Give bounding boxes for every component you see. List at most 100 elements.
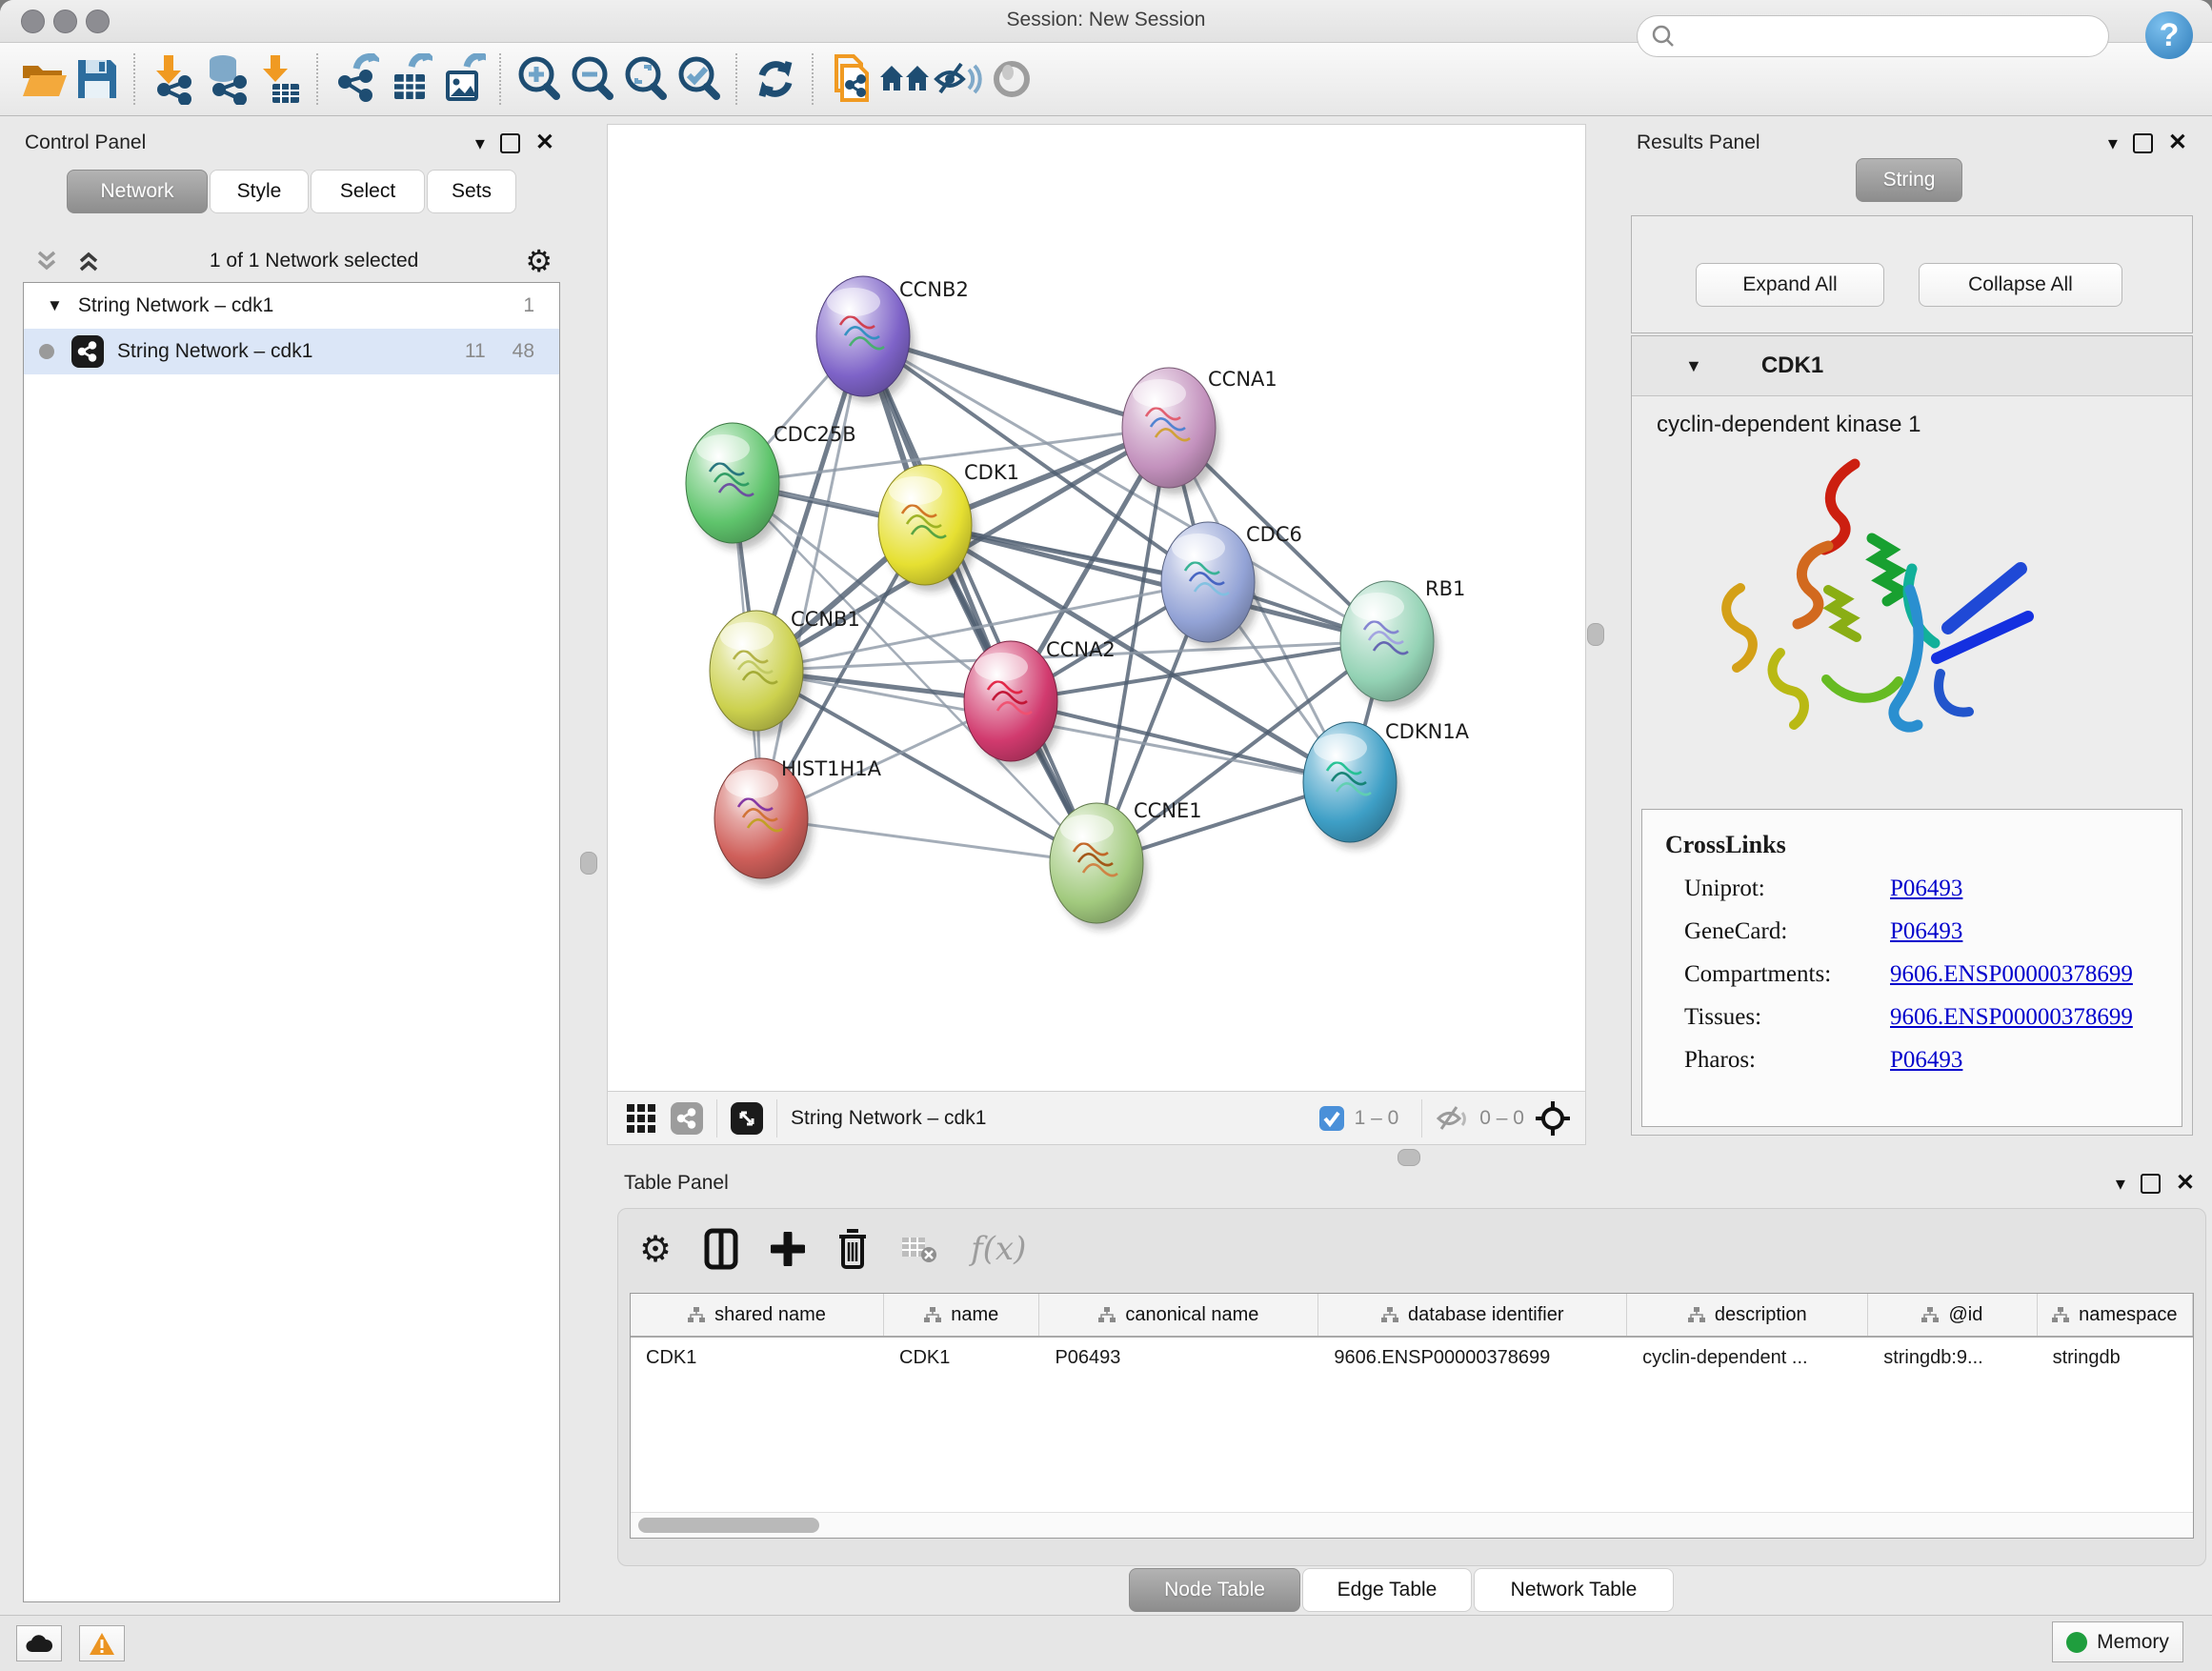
warning-triangle-icon [89, 1632, 115, 1656]
horizontal-scrollbar[interactable] [631, 1512, 2193, 1538]
node-CDKN1A[interactable]: CDKN1A [1303, 720, 1470, 849]
zoom-out-button[interactable] [566, 50, 619, 108]
expand-all-icon[interactable] [74, 247, 103, 275]
export-table-button[interactable] [383, 50, 436, 108]
collapse-triangle-icon[interactable]: ▼ [47, 296, 63, 315]
tab-network-table[interactable]: Network Table [1474, 1568, 1674, 1612]
hide-selected-button[interactable] [932, 50, 985, 108]
node-RB1[interactable]: RB1 [1340, 577, 1465, 708]
close-panel-icon[interactable]: ✕ [2168, 131, 2187, 154]
crosslink-link[interactable]: 9606.ENSP00000378699 [1890, 961, 2133, 988]
table-gear-icon[interactable]: ⚙ [639, 1228, 672, 1271]
node-highlight [1060, 815, 1114, 843]
import-network-file-button[interactable] [147, 50, 200, 108]
export-image-button[interactable] [436, 50, 490, 108]
column-header-description[interactable]: description [1627, 1294, 1868, 1336]
zoom-selected-button[interactable] [673, 50, 726, 108]
node-table[interactable]: shared namenamecanonical namedatabase id… [630, 1293, 2194, 1539]
open-in-window-icon[interactable] [731, 1102, 763, 1135]
edge-CCNB2-CCNE1[interactable] [863, 336, 1096, 863]
table-cell[interactable]: CDK1 [631, 1338, 884, 1378]
right-splitter-handle[interactable] [1587, 623, 1604, 646]
memory-button[interactable]: Memory [2052, 1621, 2183, 1662]
tab-edge-table[interactable]: Edge Table [1302, 1568, 1472, 1612]
zoom-fit-button[interactable] [619, 50, 673, 108]
collapse-all-icon[interactable] [32, 247, 61, 275]
import-table-file-button[interactable] [253, 50, 307, 108]
crosslink-link[interactable]: P06493 [1890, 1047, 1962, 1074]
expand-all-button[interactable]: Expand All [1696, 263, 1884, 307]
column-header-name[interactable]: name [884, 1294, 1039, 1336]
refresh-icon [753, 56, 798, 102]
close-panel-icon[interactable]: ✕ [2176, 1172, 2195, 1195]
tab-sets[interactable]: Sets [427, 170, 516, 213]
network-canvas[interactable]: CCNB2CCNA1CDC25BCDK1CDC6RB1CCNB1CCNA2CDK… [607, 124, 1586, 1092]
group-nodes-button[interactable] [878, 50, 932, 108]
scrollbar-thumb[interactable] [638, 1518, 819, 1533]
node-CCNA2[interactable]: CCNA2 [964, 638, 1116, 768]
table-cell[interactable]: 9606.ENSP00000378699 [1318, 1338, 1627, 1378]
add-column-icon[interactable] [771, 1232, 805, 1266]
crosslink-link[interactable]: P06493 [1890, 876, 1962, 902]
warnings-button[interactable] [79, 1625, 125, 1661]
float-panel-icon[interactable] [2141, 1174, 2161, 1194]
table-cell[interactable]: stringdb [2038, 1338, 2193, 1378]
network-graph[interactable]: CCNB2CCNA1CDC25BCDK1CDC6RB1CCNB1CCNA2CDK… [608, 125, 1585, 1091]
node-CCNA1[interactable]: CCNA1 [1122, 368, 1277, 494]
float-panel-icon[interactable] [2133, 133, 2153, 153]
float-panel-icon[interactable] [500, 133, 520, 153]
panel-menu-icon[interactable]: ▾ [2108, 131, 2118, 155]
table-cell[interactable]: CDK1 [884, 1338, 1039, 1378]
apply-layout-button[interactable] [749, 50, 802, 108]
network-collection-row[interactable]: ▼ String Network – cdk1 1 [24, 283, 559, 329]
column-header-namespace[interactable]: namespace [2038, 1294, 2193, 1336]
panel-menu-icon[interactable]: ▾ [475, 131, 485, 155]
search-input[interactable] [1676, 25, 2080, 49]
help-button[interactable]: ? [2145, 11, 2193, 59]
column-header-canonical-name[interactable]: canonical name [1039, 1294, 1318, 1336]
clone-network-button[interactable] [825, 50, 878, 108]
export-network-button[interactable] [330, 50, 383, 108]
collapse-all-button[interactable]: Collapse All [1919, 263, 2122, 307]
table-cell[interactable]: P06493 [1039, 1338, 1318, 1378]
gear-icon[interactable]: ⚙ [525, 243, 553, 279]
network-row-selected[interactable]: String Network – cdk1 11 48 [24, 329, 559, 374]
edge-CCNB2-HIST1H1A[interactable] [761, 336, 863, 818]
node-CCNE1[interactable]: CCNE1 [1050, 799, 1202, 930]
column-header--id[interactable]: @id [1868, 1294, 2037, 1336]
results-panel: Results Panel ▾ ✕ String Expand All Coll… [1619, 124, 2204, 1162]
save-session-button[interactable] [70, 50, 124, 108]
node-CDC6[interactable]: CDC6 [1161, 522, 1302, 649]
network-row-label: String Network – cdk1 [117, 340, 465, 363]
import-network-database-button[interactable] [200, 50, 253, 108]
close-panel-icon[interactable]: ✕ [535, 131, 554, 154]
open-session-button[interactable] [17, 50, 70, 108]
column-header-shared-name[interactable]: shared name [631, 1294, 884, 1336]
table-cell[interactable]: stringdb:9... [1868, 1338, 2037, 1378]
crosslink-link[interactable]: 9606.ENSP00000378699 [1890, 1004, 2133, 1031]
grid-view-icon[interactable] [625, 1102, 657, 1135]
show-all-button[interactable] [985, 50, 1038, 108]
tab-network[interactable]: Network [67, 170, 208, 213]
selected-checkbox-icon[interactable] [1318, 1105, 1345, 1132]
delete-column-icon[interactable] [837, 1229, 868, 1269]
table-cell[interactable]: cyclin-dependent ... [1627, 1338, 1868, 1378]
birdseye-crosshair-icon[interactable] [1534, 1099, 1572, 1137]
string-view-icon[interactable] [671, 1102, 703, 1135]
node-section-header[interactable]: ▼ CDK1 [1632, 336, 2192, 396]
table-row[interactable]: CDK1CDK1P064939606.ENSP00000378699cyclin… [631, 1338, 2193, 1378]
tab-select[interactable]: Select [311, 170, 425, 213]
tab-node-table[interactable]: Node Table [1129, 1568, 1300, 1612]
column-header-database-identifier[interactable]: database identifier [1318, 1294, 1627, 1336]
left-splitter-handle[interactable] [580, 852, 597, 875]
crosslink-link[interactable]: P06493 [1890, 918, 1962, 945]
hidden-eye-icon[interactable] [1436, 1104, 1470, 1133]
columns-icon[interactable] [704, 1228, 738, 1270]
panel-menu-icon[interactable]: ▾ [2116, 1172, 2125, 1196]
zoom-in-button[interactable] [513, 50, 566, 108]
node-HIST1H1A[interactable]: HIST1H1A [714, 757, 882, 885]
cloud-status-button[interactable] [16, 1625, 62, 1661]
section-collapse-triangle-icon[interactable]: ▼ [1685, 356, 1702, 376]
tab-style[interactable]: Style [210, 170, 309, 213]
tab-string[interactable]: String [1856, 158, 1962, 202]
